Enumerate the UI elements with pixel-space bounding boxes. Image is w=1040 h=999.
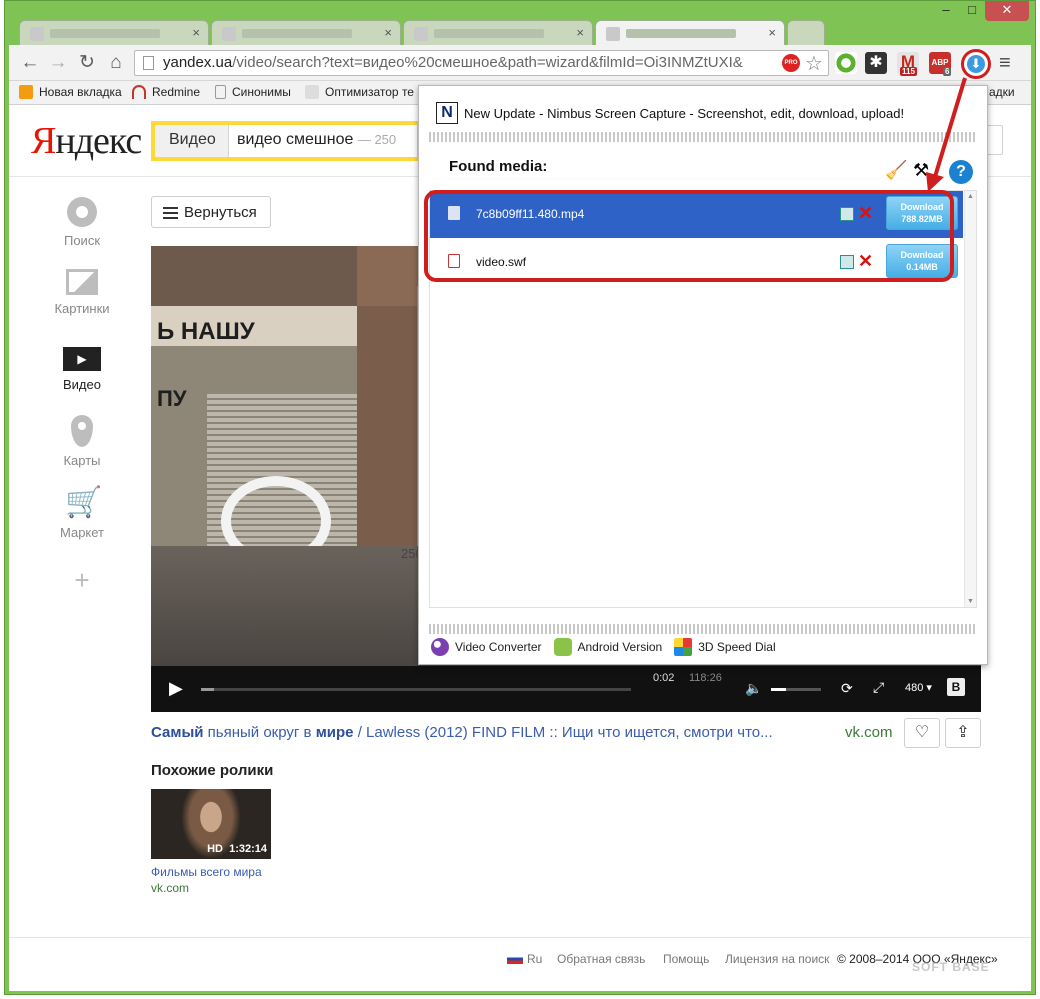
arrow-line [932,77,967,181]
arrow-head [926,172,944,192]
annotation-arrow [926,77,967,192]
watermark: SOFT BASE [912,960,990,974]
